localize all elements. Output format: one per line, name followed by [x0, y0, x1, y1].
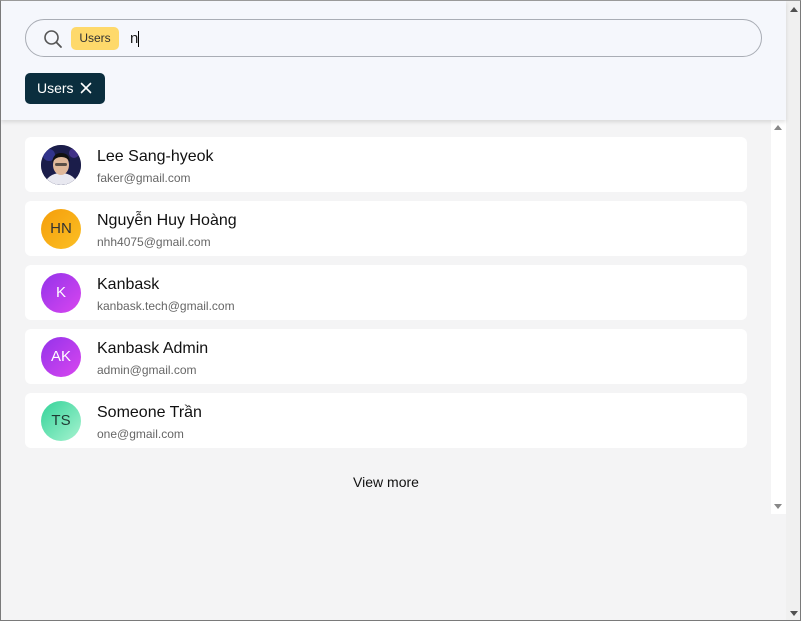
- avatar: K: [41, 273, 81, 313]
- avatar: HN: [41, 209, 81, 249]
- user-name: Kanbask: [97, 276, 160, 293]
- user-email: faker@gmail.com: [97, 171, 191, 185]
- list-item[interactable]: AK Kanbask Admin admin@gmail.com: [25, 329, 747, 384]
- user-name: Kanbask Admin: [97, 340, 209, 357]
- user-email: one@gmail.com: [97, 427, 184, 441]
- list-item[interactable]: TS Someone Trần one@gmail.com: [25, 393, 747, 448]
- search-icon: [44, 30, 62, 48]
- user-email: nhh4075@gmail.com: [97, 235, 211, 249]
- user-name: Lee Sang-hyeok: [97, 148, 214, 165]
- results-scrollbar[interactable]: [771, 120, 786, 514]
- user-email: kanbask.tech@gmail.com: [97, 299, 235, 313]
- filter-chip-users[interactable]: Users: [25, 73, 105, 104]
- results-list: Lee Sang-hyeok faker@gmail.com HN Nguyễn…: [1, 120, 771, 620]
- user-name: Nguyễn Huy Hoàng: [97, 212, 237, 229]
- view-more-button[interactable]: View more: [1, 474, 771, 490]
- avatar: AK: [41, 337, 81, 377]
- window-scroll-up-icon[interactable]: [790, 7, 798, 12]
- close-icon[interactable]: [80, 82, 92, 94]
- list-item[interactable]: HN Nguyễn Huy Hoàng nhh4075@gmail.com: [25, 201, 747, 256]
- search-input[interactable]: n: [130, 30, 140, 48]
- avatar: TS: [41, 401, 81, 441]
- window-scrollbar[interactable]: [786, 1, 800, 620]
- app-window: Users n Users Lee Sang-hyeok faker@gmail…: [0, 0, 801, 621]
- scroll-down-arrow-icon[interactable]: [774, 504, 782, 509]
- list-item[interactable]: Lee Sang-hyeok faker@gmail.com: [25, 137, 747, 192]
- search-query: n: [130, 30, 139, 47]
- avatar: [41, 145, 81, 185]
- search-header: Users n Users: [1, 1, 786, 120]
- user-name: Someone Trần: [97, 404, 202, 421]
- window-scroll-down-icon[interactable]: [790, 611, 798, 616]
- user-email: admin@gmail.com: [97, 363, 197, 377]
- search-bar[interactable]: Users n: [25, 19, 762, 57]
- scroll-up-arrow-icon[interactable]: [774, 125, 782, 130]
- filter-chip-label: Users: [37, 80, 74, 96]
- search-scope-chip[interactable]: Users: [71, 27, 119, 50]
- avatar-photo: [41, 145, 81, 185]
- list-item[interactable]: K Kanbask kanbask.tech@gmail.com: [25, 265, 747, 320]
- text-caret: [138, 31, 140, 47]
